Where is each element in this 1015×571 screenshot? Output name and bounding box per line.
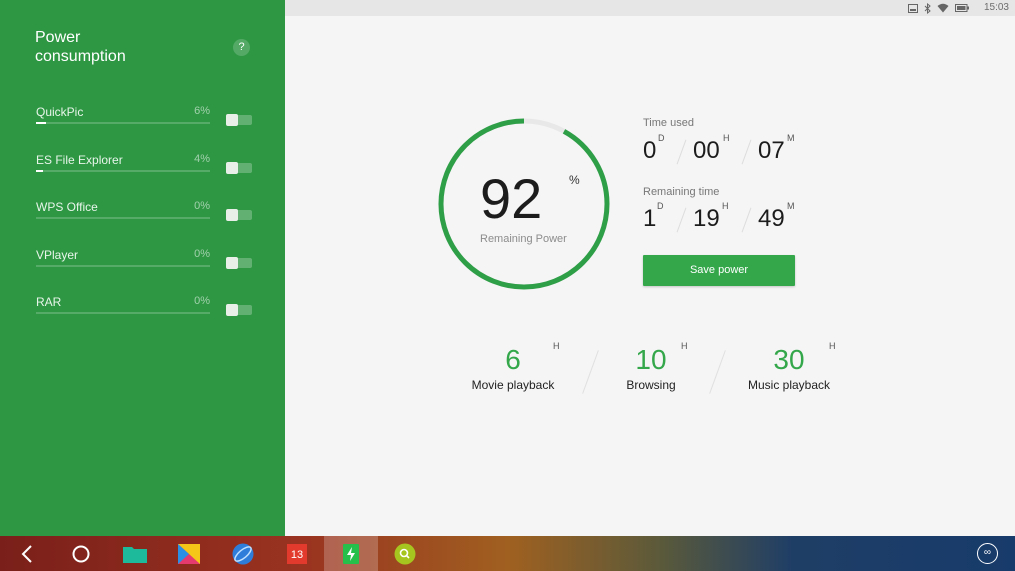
remaining-power-value: 92 (480, 167, 543, 230)
app-toggle[interactable] (226, 114, 252, 126)
search-app[interactable] (378, 536, 432, 571)
taskbar: 13 ∞ (0, 536, 1015, 571)
app-percent: 6% (194, 105, 210, 117)
launcher-icon[interactable]: ∞ (977, 543, 998, 564)
app-usage-fill (36, 170, 43, 172)
estimate-movie-playback: 6 H Movie playback (453, 341, 573, 392)
remaining-days: 1 (643, 205, 657, 232)
bluetooth-icon (924, 2, 931, 14)
app-percent: 4% (194, 153, 210, 165)
wifi-icon (937, 3, 949, 13)
app-name: QuickPic (36, 105, 84, 119)
remaining-power-label: Remaining Power (480, 233, 567, 245)
store-app[interactable] (162, 536, 216, 571)
time-used-hours: 00 (693, 137, 720, 164)
folder-icon (123, 546, 147, 563)
estimate-unit: H (553, 341, 560, 351)
remaining-hours: 19 (693, 205, 720, 232)
estimate-music-playback: 30 H Music playback (729, 341, 849, 392)
app-usage-bar (36, 312, 210, 314)
toggle-knob (226, 257, 238, 269)
file-manager-app[interactable] (108, 536, 162, 571)
app-row-wps-office: WPS Office 0% (36, 200, 254, 230)
app-usage-bar (36, 265, 210, 267)
status-icons (908, 2, 969, 14)
app-percent: 0% (194, 295, 210, 307)
home-icon (72, 545, 90, 562)
time-used-label: Time used (643, 117, 694, 129)
minutes-unit: M (787, 133, 795, 143)
app-row-rar: RAR 0% (36, 295, 254, 325)
time-used-days: 0 (643, 137, 657, 164)
calendar-icon: 13 (287, 543, 307, 564)
app-percent: 0% (194, 248, 210, 260)
main-panel: 92 % Remaining Power Time used 0 D 00 H … (285, 16, 1015, 536)
remaining-time-label: Remaining time (643, 186, 720, 198)
battery-app[interactable] (324, 536, 378, 571)
divider (741, 139, 752, 165)
app-row-vplayer: VPlayer 0% (36, 248, 254, 278)
search-app-icon (394, 543, 416, 564)
app-row-quickpic: QuickPic 6% (36, 105, 254, 135)
browser-icon (232, 543, 254, 564)
toggle-knob (226, 304, 238, 316)
minutes-unit: M (787, 201, 795, 211)
battery-icon (955, 4, 969, 12)
estimate-unit: H (829, 341, 836, 351)
app-row-es-file-explorer: ES File Explorer 4% (36, 153, 254, 183)
app-name: RAR (36, 295, 62, 309)
app-usage-fill (36, 122, 47, 124)
status-time: 15:03 (983, 2, 1009, 13)
browser-app[interactable] (216, 536, 270, 571)
app-toggle[interactable] (226, 209, 252, 221)
divider (676, 207, 687, 233)
estimate-unit: H (681, 341, 688, 351)
sidebar-title: Power consumption (35, 29, 126, 65)
divider (676, 139, 687, 165)
store-icon (178, 543, 200, 564)
remaining-minutes: 49 (758, 205, 785, 232)
calendar-app[interactable]: 13 (270, 536, 324, 571)
time-used-minutes: 07 (758, 137, 785, 164)
screen-icon (908, 3, 918, 13)
toggle-knob (226, 162, 238, 174)
toggle-knob (226, 114, 238, 126)
estimate-label: Movie playback (471, 378, 555, 392)
back-icon (21, 544, 32, 563)
estimate-browsing: 10 H Browsing (591, 341, 711, 392)
app-toggle[interactable] (226, 257, 252, 269)
back-button[interactable] (0, 536, 54, 571)
hours-unit: H (723, 133, 730, 143)
app-name: ES File Explorer (36, 153, 123, 167)
battery-app-icon (343, 543, 359, 564)
remaining-power-unit: % (569, 173, 580, 187)
app-name: WPS Office (36, 200, 98, 214)
divider (741, 207, 752, 233)
days-unit: D (658, 133, 665, 143)
sidebar: Power consumption ? QuickPic 6% ES File … (0, 0, 285, 536)
app-percent: 0% (194, 200, 210, 212)
app-name: VPlayer (36, 248, 79, 262)
app-usage-bar (36, 170, 210, 172)
status-bar: 15:03 (285, 0, 1015, 16)
days-unit: D (657, 201, 664, 211)
toggle-knob (226, 209, 238, 221)
app-toggle[interactable] (226, 304, 252, 316)
app-toggle[interactable] (226, 162, 252, 174)
help-button[interactable]: ? (233, 39, 250, 56)
save-power-button[interactable]: Save power (643, 255, 795, 286)
app-usage-bar (36, 122, 210, 124)
hours-unit: H (722, 201, 729, 211)
estimate-label: Browsing (626, 378, 676, 392)
estimate-label: Music playback (747, 378, 831, 392)
app-usage-bar (36, 217, 210, 219)
estimate-value: 10 (635, 344, 667, 375)
divider (709, 350, 726, 394)
home-button[interactable] (54, 536, 108, 571)
